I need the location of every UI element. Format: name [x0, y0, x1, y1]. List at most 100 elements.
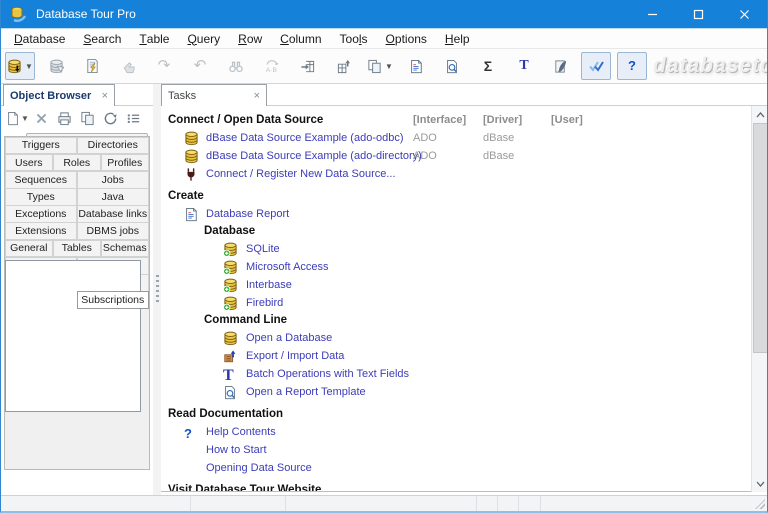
- report-button[interactable]: [401, 52, 431, 80]
- category-tab-jobs[interactable]: Jobs: [77, 171, 150, 189]
- task-link[interactable]: dBase Data Source Example (ado-directory…: [206, 147, 422, 165]
- menu-query[interactable]: Query: [178, 29, 229, 48]
- category-tab-exceptions[interactable]: Exceptions: [5, 205, 78, 223]
- redo-button[interactable]: ↷: [149, 52, 179, 80]
- text-fields-button[interactable]: T: [509, 52, 539, 80]
- scrollbar-thumb[interactable]: [753, 123, 768, 353]
- object-browser-toolbar: ▼: [1, 106, 153, 130]
- category-tab-database-links[interactable]: Database links: [77, 205, 150, 223]
- close-button[interactable]: [721, 0, 767, 28]
- print-preview-button[interactable]: [437, 52, 467, 80]
- task-icon: [184, 207, 198, 222]
- category-tab-directories[interactable]: Directories: [77, 137, 150, 155]
- tab-object-browser[interactable]: Object Browser ×: [3, 84, 115, 106]
- menu-tools[interactable]: Tools: [331, 29, 377, 48]
- category-tab-sequences[interactable]: Sequences: [5, 171, 78, 189]
- copy-button[interactable]: ▼: [365, 52, 395, 80]
- tab-tasks[interactable]: Tasks ×: [161, 84, 267, 106]
- category-row: TriggersDirectories: [5, 137, 149, 154]
- dropdown-caret-icon[interactable]: ▼: [25, 62, 33, 71]
- print-objects-button[interactable]: [55, 108, 75, 128]
- object-list[interactable]: [5, 260, 141, 412]
- category-tab-schemas[interactable]: Schemas: [101, 240, 150, 258]
- task-row: How to Start: [161, 441, 751, 459]
- category-tab-types[interactable]: Types: [5, 188, 78, 206]
- validate-icon: [588, 59, 605, 73]
- task-link[interactable]: dBase Data Source Example (ado-odbc): [206, 129, 404, 147]
- post-edits-button[interactable]: [113, 52, 143, 80]
- vertical-scrollbar[interactable]: [751, 106, 768, 492]
- task-link[interactable]: Batch Operations with Text Fields: [246, 365, 409, 383]
- task-link[interactable]: Opening Data Source: [206, 459, 312, 477]
- sql-editor-button[interactable]: [77, 52, 107, 80]
- dropdown-caret-icon[interactable]: ▼: [21, 114, 29, 123]
- validate-button[interactable]: [581, 52, 611, 80]
- new-object-button[interactable]: ▼: [6, 108, 29, 128]
- dropdown-caret-icon[interactable]: ▼: [385, 62, 393, 71]
- open-data-source-button[interactable]: ▼: [5, 52, 35, 80]
- task-link[interactable]: How to Start: [206, 441, 267, 459]
- category-row: SequencesJobs: [5, 171, 149, 188]
- task-link[interactable]: Help Contents: [206, 423, 276, 441]
- object-details-icon: [126, 112, 141, 125]
- category-tab-general[interactable]: General: [5, 240, 54, 258]
- task-link[interactable]: Database Report: [206, 205, 289, 223]
- open-table-button[interactable]: [41, 52, 71, 80]
- task-row: Database Report: [161, 205, 751, 223]
- category-tab-users[interactable]: Users: [5, 154, 54, 172]
- task-link[interactable]: Microsoft Access: [246, 258, 329, 276]
- export-data-button[interactable]: [329, 52, 359, 80]
- scroll-down-icon[interactable]: [752, 475, 768, 492]
- maximize-button[interactable]: [675, 0, 721, 28]
- category-tab-dbms-jobs[interactable]: DBMS jobs: [77, 222, 150, 240]
- minimize-button[interactable]: [629, 0, 675, 28]
- category-tab-profiles[interactable]: Profiles: [101, 154, 150, 172]
- menu-search[interactable]: Search: [74, 29, 130, 48]
- task-link[interactable]: Open a Report Template: [246, 383, 366, 401]
- text-fields-icon: T: [519, 59, 528, 73]
- tab-object-browser-label: Object Browser: [10, 90, 91, 102]
- menu-help[interactable]: Help: [436, 29, 479, 48]
- replace-button[interactable]: A·B: [257, 52, 287, 80]
- menu-column[interactable]: Column: [271, 29, 330, 48]
- undo-button[interactable]: ↶: [185, 52, 215, 80]
- category-tab-triggers[interactable]: Triggers: [5, 137, 78, 155]
- task-link[interactable]: Interbase: [246, 276, 292, 294]
- category-tab-java[interactable]: Java: [77, 188, 150, 206]
- menu-table[interactable]: Table: [130, 29, 178, 48]
- category-tab-tables[interactable]: Tables: [53, 240, 102, 258]
- status-segment: [477, 496, 498, 511]
- task-link[interactable]: Connect / Register New Data Source...: [206, 165, 396, 183]
- menu-database[interactable]: Database: [5, 29, 74, 48]
- task-row: Opening Data Source: [161, 459, 751, 477]
- aggregates-button[interactable]: Σ: [473, 52, 503, 80]
- task-link[interactable]: SQLite: [246, 240, 280, 258]
- category-tab-extensions[interactable]: Extensions: [5, 222, 78, 240]
- task-row: SQLite: [161, 240, 751, 258]
- task-link[interactable]: Export / Import Data: [246, 347, 344, 365]
- copy-objects-button[interactable]: [78, 108, 98, 128]
- task-link[interactable]: Open a Database: [246, 329, 332, 347]
- menu-options[interactable]: Options: [377, 29, 436, 48]
- tab-close-icon[interactable]: ×: [94, 90, 108, 102]
- tasks-content: Connect / Open Data Source[Interface][Dr…: [161, 106, 751, 492]
- import-data-icon: [300, 59, 316, 74]
- find-button[interactable]: [221, 52, 251, 80]
- category-tab-roles[interactable]: Roles: [53, 154, 102, 172]
- panel-splitter[interactable]: [153, 84, 161, 495]
- task-link[interactable]: Firebird: [246, 294, 283, 312]
- refresh-objects-button[interactable]: [101, 108, 121, 128]
- section-header: Read Documentation: [161, 406, 751, 423]
- quill-log-button[interactable]: [545, 52, 575, 80]
- scroll-up-icon[interactable]: [752, 106, 768, 123]
- menu-row[interactable]: Row: [229, 29, 271, 48]
- category-tab-subscriptions[interactable]: Subscriptions: [77, 291, 150, 309]
- help-button[interactable]: ?: [617, 52, 647, 80]
- status-segment: [191, 496, 286, 511]
- toolbar-buttons: ▼ ↷↶ A·B ▼ Σ T?: [5, 52, 653, 80]
- tab-close-icon[interactable]: ×: [246, 90, 260, 102]
- post-edits-icon: [121, 59, 136, 74]
- object-details-button[interactable]: [124, 108, 144, 128]
- import-data-button[interactable]: [293, 52, 323, 80]
- delete-object-button[interactable]: [32, 108, 52, 128]
